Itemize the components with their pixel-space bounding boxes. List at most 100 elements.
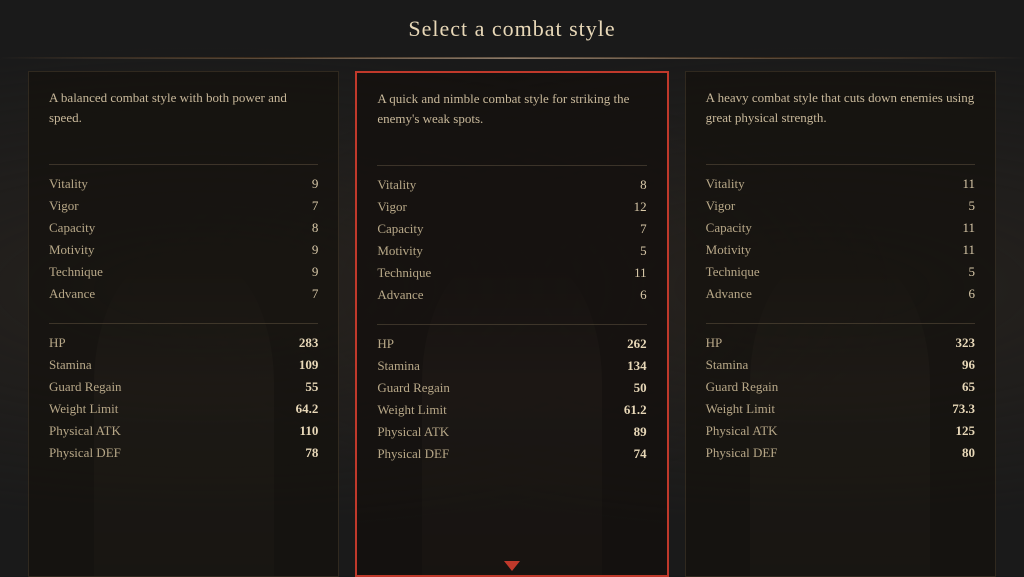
stat-row: Vitality 8 (377, 174, 646, 196)
stat-row: Guard Regain 50 (377, 377, 646, 399)
card-balanced-basic-stats: Vitality 9 Vigor 7 Capacity8 Motivity 9 Techniq… (49, 164, 318, 305)
card-nimble-basic-stats: Vitality 8 Vigor 12 Capacity 7 Motivity 5 Techni… (377, 165, 646, 306)
stat-row: Stamina 134 (377, 355, 646, 377)
stat-name: Motivity (49, 242, 95, 258)
stat-value: 96 (962, 357, 975, 373)
card-balanced[interactable]: A balanced combat style with both power … (28, 71, 339, 577)
stat-value: 110 (300, 423, 319, 439)
card-heavy-derived-stats: HP323Stamina96Guard Regain65Weight Limit… (706, 323, 975, 464)
stat-value: 9 (312, 264, 319, 280)
stat-row: Physical ATK89 (377, 421, 646, 443)
stat-name: Vigor (706, 198, 736, 214)
stats-divider (706, 313, 975, 323)
stat-row: Stamina 109 (49, 354, 318, 376)
stat-name: Capacity (706, 220, 752, 236)
stat-row: Capacity 7 (377, 218, 646, 240)
stat-value: 283 (299, 335, 319, 351)
stat-row: Weight Limit 64.2 (49, 398, 318, 420)
stat-row: Physical ATK110 (49, 420, 318, 442)
stat-name: Vigor (377, 199, 407, 215)
stat-name: Physical DEF (49, 445, 121, 461)
stats-divider (49, 313, 318, 323)
card-balanced-description: A balanced combat style with both power … (49, 88, 318, 144)
stat-value: 5 (968, 198, 975, 214)
stat-value: 11 (962, 220, 975, 236)
stat-row: HP 283 (49, 332, 318, 354)
card-heavy-basic-stats: Vitality11 Vigor 5 Capacity 11 Motivity11 Tech… (706, 164, 975, 305)
card-nimble-derived-stats: HP262 Stamina 134 Guard Regain 50 Weight Limi… (377, 324, 646, 465)
stat-value: 6 (968, 286, 975, 302)
stat-value: 64.2 (296, 401, 319, 417)
stat-value: 7 (640, 221, 647, 237)
stat-name: Weight Limit (706, 401, 775, 417)
stat-name: Vigor (49, 198, 79, 214)
stat-value: 5 (968, 264, 975, 280)
stat-value: 73.3 (952, 401, 975, 417)
stat-row: Vitality 9 (49, 173, 318, 195)
stat-value: 6 (640, 287, 647, 303)
stat-row: Advance7 (49, 283, 318, 305)
stat-name: Stamina (706, 357, 749, 373)
stat-value: 80 (962, 445, 975, 461)
stat-value: 7 (312, 198, 319, 214)
stat-row: Advance6 (706, 283, 975, 305)
stat-value: 323 (955, 335, 975, 351)
card-heavy[interactable]: A heavy combat style that cuts down enem… (685, 71, 996, 577)
stat-name: Physical DEF (377, 446, 449, 462)
stat-value: 125 (955, 423, 975, 439)
stat-value: 61.2 (624, 402, 647, 418)
stat-value: 5 (640, 243, 647, 259)
stat-row: Stamina 96 (706, 354, 975, 376)
stat-name: Capacity (49, 220, 95, 236)
stat-row: Vitality11 (706, 173, 975, 195)
card-balanced-derived-stats: HP283Stamina109Guard Regain55Weight Limi… (49, 323, 318, 464)
stat-row: Advance6 (377, 284, 646, 306)
stat-name: Capacity (377, 221, 423, 237)
stat-value: 9 (312, 176, 319, 192)
stat-name: Technique (377, 265, 431, 281)
card-heavy-description: A heavy combat style that cuts down enem… (706, 88, 975, 144)
stat-value: 11 (634, 265, 647, 281)
stat-name: Technique (49, 264, 103, 280)
stat-name: HP (706, 335, 723, 351)
stat-row: Capacity 11 (706, 217, 975, 239)
stat-name: Weight Limit (49, 401, 118, 417)
stat-name: HP (377, 336, 394, 352)
stat-name: Guard Regain (49, 379, 122, 395)
stat-row: Weight Limit 61.2 (377, 399, 646, 421)
card-nimble[interactable]: A quick and nimble combat style for stri… (355, 71, 668, 577)
stat-name: Stamina (49, 357, 92, 373)
stat-name: Guard Regain (377, 380, 450, 396)
stat-name: Vitality (377, 177, 416, 193)
stat-name: Technique (706, 264, 760, 280)
selected-indicator (504, 561, 520, 571)
stat-row: Physical ATK 125 (706, 420, 975, 442)
stat-value: 74 (634, 446, 647, 462)
stat-row: HP 323 (706, 332, 975, 354)
stat-row: Physical DEF 78 (49, 442, 318, 464)
stat-value: 78 (305, 445, 318, 461)
stat-row: Motivity11 (706, 239, 975, 261)
stat-row: Vigor 5 (706, 195, 975, 217)
stat-name: HP (49, 335, 66, 351)
stat-row: Capacity8 (49, 217, 318, 239)
stat-value: 8 (640, 177, 647, 193)
stat-row: Technique 11 (377, 262, 646, 284)
stat-name: Physical ATK (706, 423, 778, 439)
stat-name: Weight Limit (377, 402, 446, 418)
stat-row: HP262 (377, 333, 646, 355)
stat-value: 12 (634, 199, 647, 215)
stat-name: Stamina (377, 358, 420, 374)
stat-row: Physical DEF 74 (377, 443, 646, 465)
stat-value: 109 (299, 357, 319, 373)
stat-row: Motivity 9 (49, 239, 318, 261)
stat-value: 9 (312, 242, 319, 258)
stat-name: Vitality (49, 176, 88, 192)
page-title: Select a combat style (0, 0, 1024, 54)
cards-container: A balanced combat style with both power … (0, 59, 1024, 577)
stat-value: 50 (634, 380, 647, 396)
stat-name: Motivity (377, 243, 423, 259)
stat-value: 134 (627, 358, 647, 374)
stat-name: Physical DEF (706, 445, 778, 461)
stat-row: Guard Regain55 (49, 376, 318, 398)
